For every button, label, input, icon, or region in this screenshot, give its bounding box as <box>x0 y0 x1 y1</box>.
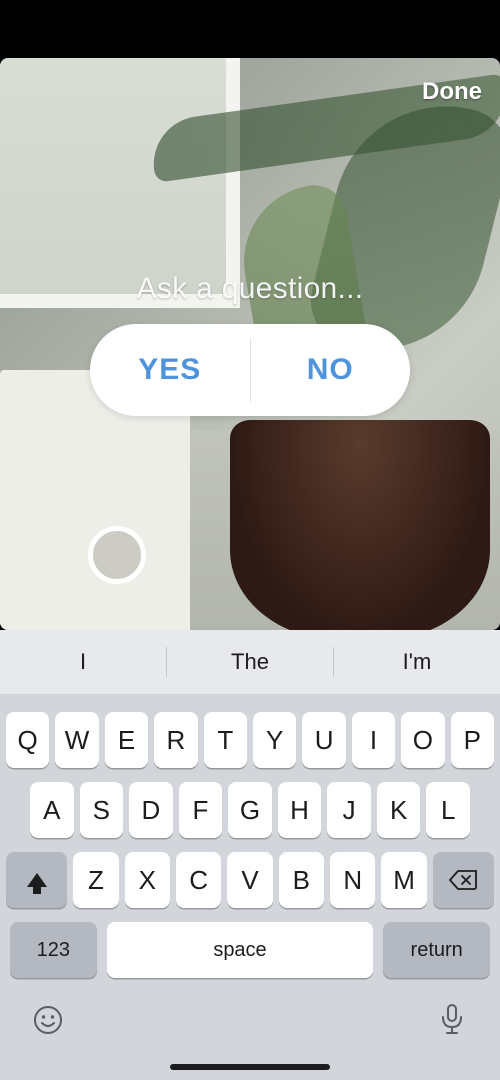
poll-sticker[interactable]: YES NO <box>90 324 410 416</box>
keyboard-row-4: 123 space return <box>0 922 500 978</box>
key-r[interactable]: R <box>154 712 197 768</box>
poll-option-yes[interactable]: YES <box>90 324 250 416</box>
key-n[interactable]: N <box>330 852 375 908</box>
suggestion-item[interactable]: I'm <box>334 649 500 675</box>
keyboard-row-1: Q W E R T Y U I O P <box>0 712 500 768</box>
key-w[interactable]: W <box>55 712 98 768</box>
backspace-icon <box>449 870 477 890</box>
bg-pot <box>230 420 490 630</box>
key-u[interactable]: U <box>302 712 345 768</box>
return-key[interactable]: return <box>383 922 490 978</box>
key-v[interactable]: V <box>227 852 272 908</box>
key-e[interactable]: E <box>105 712 148 768</box>
key-q[interactable]: Q <box>6 712 49 768</box>
shift-key[interactable] <box>6 852 67 908</box>
key-y[interactable]: Y <box>253 712 296 768</box>
story-camera-area: Done Ask a question... YES NO <box>0 58 500 630</box>
suggestion-item[interactable]: I <box>0 649 166 675</box>
suggestion-bar: I The I'm <box>0 630 500 694</box>
key-m[interactable]: M <box>381 852 426 908</box>
key-d[interactable]: D <box>129 782 173 838</box>
backspace-key[interactable] <box>433 852 494 908</box>
bg-window <box>0 58 240 308</box>
keyboard-row-3: Z X C V B N M <box>0 852 500 908</box>
key-l[interactable]: L <box>426 782 470 838</box>
keyboard: I The I'm Q W E R T Y U I O P A S D F G … <box>0 630 500 1080</box>
screen: Done Ask a question... YES NO I The I'm … <box>0 0 500 1080</box>
key-b[interactable]: B <box>279 852 324 908</box>
keyboard-row-2: A S D F G H J K L <box>0 782 500 838</box>
numeric-key[interactable]: 123 <box>10 922 97 978</box>
poll-question-input[interactable]: Ask a question... <box>0 272 500 306</box>
key-i[interactable]: I <box>352 712 395 768</box>
key-j[interactable]: J <box>327 782 371 838</box>
dictation-button[interactable] <box>432 1000 472 1040</box>
key-o[interactable]: O <box>401 712 444 768</box>
key-t[interactable]: T <box>204 712 247 768</box>
suggestion-item[interactable]: The <box>167 649 333 675</box>
key-k[interactable]: K <box>377 782 421 838</box>
poll-option-no[interactable]: NO <box>251 324 411 416</box>
keyboard-utility-row <box>0 990 500 1050</box>
emoji-icon <box>32 1004 64 1036</box>
microphone-icon <box>439 1003 465 1037</box>
key-a[interactable]: A <box>30 782 74 838</box>
key-f[interactable]: F <box>179 782 223 838</box>
color-picker-ring[interactable] <box>88 526 146 584</box>
key-s[interactable]: S <box>80 782 124 838</box>
space-key[interactable]: space <box>107 922 374 978</box>
key-x[interactable]: X <box>125 852 170 908</box>
key-g[interactable]: G <box>228 782 272 838</box>
shift-icon <box>27 873 47 887</box>
key-z[interactable]: Z <box>73 852 118 908</box>
key-p[interactable]: P <box>451 712 494 768</box>
done-button[interactable]: Done <box>422 78 482 106</box>
home-indicator[interactable] <box>170 1064 330 1070</box>
key-c[interactable]: C <box>176 852 221 908</box>
key-h[interactable]: H <box>278 782 322 838</box>
emoji-button[interactable] <box>28 1000 68 1040</box>
